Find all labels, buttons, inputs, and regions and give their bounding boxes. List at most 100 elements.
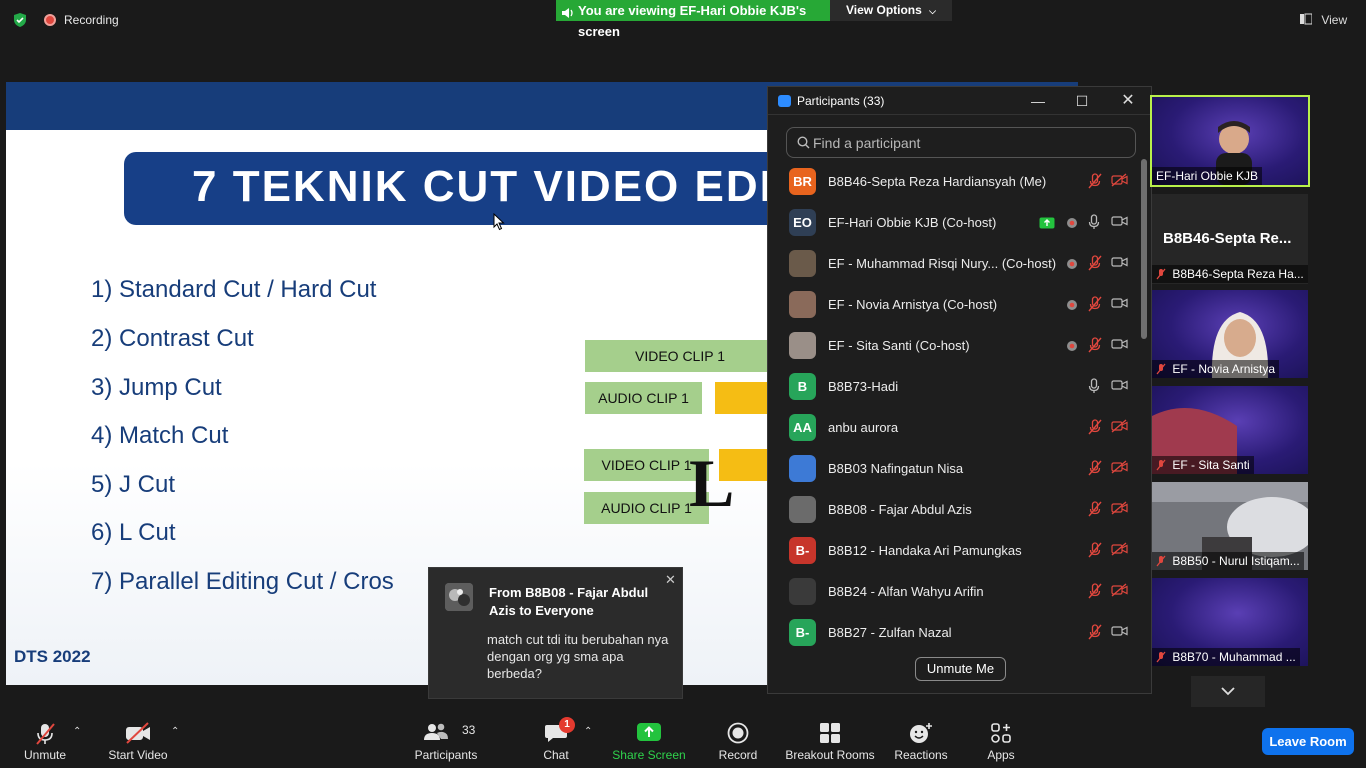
view-grid-icon bbox=[1300, 13, 1313, 25]
video-off-icon[interactable] bbox=[1111, 460, 1128, 476]
apps-button[interactable]: Apps bbox=[978, 710, 1024, 768]
chat-notification[interactable]: From B8B08 - Fajar Abdul Azis to Everyon… bbox=[428, 567, 683, 699]
scrollbar-thumb[interactable] bbox=[1141, 159, 1147, 339]
reactions-label: Reactions bbox=[894, 748, 948, 762]
mic-muted-icon[interactable] bbox=[1088, 173, 1104, 189]
chevron-up-icon[interactable]: ⌃ bbox=[73, 726, 81, 737]
start-video-label: Start Video bbox=[108, 748, 168, 762]
avatar bbox=[789, 455, 816, 482]
minimize-icon[interactable]: — bbox=[1016, 89, 1060, 113]
maximize-icon[interactable]: ☐ bbox=[1060, 89, 1104, 113]
view-button[interactable]: View bbox=[1300, 10, 1358, 30]
participant-row[interactable]: B8B24 - Alfan Wahyu Arifin bbox=[768, 571, 1140, 612]
video-tile-novia[interactable]: EF - Novia Arnistya bbox=[1152, 290, 1308, 378]
breakout-rooms-button[interactable]: Breakout Rooms bbox=[785, 710, 875, 768]
leave-room-button[interactable]: Leave Room bbox=[1262, 728, 1354, 755]
participants-label: Participants bbox=[414, 748, 478, 762]
video-off-icon[interactable] bbox=[1111, 501, 1128, 517]
mic-muted-icon[interactable] bbox=[1088, 296, 1104, 312]
mic-muted-icon[interactable] bbox=[1088, 583, 1104, 599]
participant-row[interactable]: B8B03 Nafingatun Nisa bbox=[768, 448, 1140, 489]
record-button[interactable]: Record bbox=[708, 710, 768, 768]
slide-item-2: 2) Contrast Cut bbox=[91, 325, 254, 352]
mic-muted-icon[interactable] bbox=[1088, 255, 1104, 271]
view-options-button[interactable]: View Options ⌵ bbox=[830, 0, 952, 21]
unmute-button[interactable]: Unmute bbox=[12, 710, 78, 768]
reactions-button[interactable]: Reactions bbox=[890, 710, 952, 768]
mic-muted-icon[interactable] bbox=[1088, 542, 1104, 558]
mic-muted-icon[interactable] bbox=[1088, 501, 1104, 517]
chevron-up-icon[interactable]: ⌃ bbox=[584, 726, 592, 737]
chat-button[interactable]: Chat bbox=[528, 710, 584, 768]
avatar: AA bbox=[789, 414, 816, 441]
chevron-up-icon[interactable]: ⌃ bbox=[171, 726, 179, 737]
participant-row[interactable]: EO EF-Hari Obbie KJB (Co-host) bbox=[768, 202, 1140, 243]
participant-name: EF - Novia Arnistya (Co-host) bbox=[828, 297, 998, 312]
avatar bbox=[789, 496, 816, 523]
mic-muted-icon bbox=[1156, 459, 1166, 471]
viewing-banner: You are viewing EF-Hari Obbie KJB's scre… bbox=[556, 0, 830, 39]
close-icon[interactable]: ✕ bbox=[665, 572, 676, 588]
participant-row[interactable]: B B8B73-Hadi bbox=[768, 366, 1140, 407]
participant-row[interactable]: B- B8B27 - Zulfan Nazal bbox=[768, 612, 1140, 653]
video-tile-muhammad[interactable]: B8B70 - Muhammad ... bbox=[1152, 578, 1308, 666]
tile-name: EF - Sita Santi bbox=[1172, 458, 1250, 472]
avatar: EO bbox=[789, 209, 816, 236]
mic-muted-icon[interactable] bbox=[1088, 337, 1104, 353]
avatar bbox=[445, 583, 473, 611]
video-icon[interactable] bbox=[1111, 624, 1128, 640]
video-icon[interactable] bbox=[1111, 296, 1128, 312]
start-video-button[interactable]: Start Video bbox=[102, 710, 174, 768]
tile-label: B8B70 - Muhammad ... bbox=[1152, 648, 1300, 666]
avatar: B- bbox=[789, 537, 816, 564]
participants-button[interactable]: Participants bbox=[410, 710, 482, 768]
participant-row[interactable]: B8B08 - Fajar Abdul Azis bbox=[768, 489, 1140, 530]
video-off-icon[interactable] bbox=[1111, 173, 1128, 189]
search-input[interactable] bbox=[813, 133, 1128, 153]
avatar: B- bbox=[789, 619, 816, 646]
video-icon[interactable] bbox=[1111, 255, 1128, 271]
participants-panel: Participants (33) — ☐ ✕ BR B8B46-Septa Re… bbox=[767, 86, 1152, 694]
close-icon[interactable]: ✕ bbox=[1106, 89, 1150, 113]
view-label: View bbox=[1321, 13, 1348, 27]
mic-muted-icon[interactable] bbox=[1088, 419, 1104, 435]
video-tile-nurul[interactable]: B8B50 - Nurul Istiqam... bbox=[1152, 482, 1308, 570]
recording-icon bbox=[44, 14, 56, 26]
video-off-icon[interactable] bbox=[1111, 583, 1128, 599]
scrollbar[interactable] bbox=[1141, 159, 1147, 689]
avatar: B bbox=[789, 373, 816, 400]
video-off-icon[interactable] bbox=[1111, 542, 1128, 558]
l-cut-letter: L bbox=[689, 445, 735, 521]
participant-row[interactable]: B- B8B12 - Handaka Ari Pamungkas bbox=[768, 530, 1140, 571]
participant-row[interactable]: EF - Sita Santi (Co-host) bbox=[768, 325, 1140, 366]
mic-icon[interactable] bbox=[1088, 214, 1104, 230]
recording-label[interactable]: Recording bbox=[64, 13, 119, 27]
slide-item-6: 6) L Cut bbox=[91, 519, 176, 546]
participant-row[interactable]: BR B8B46-Septa Reza Hardiansyah (Me) bbox=[768, 161, 1140, 202]
unmute-me-button[interactable]: Unmute Me bbox=[915, 657, 1006, 681]
self-tile-label: B8B46-Septa Reza Ha... bbox=[1152, 265, 1308, 283]
video-off-icon[interactable] bbox=[1111, 419, 1128, 435]
mic-muted-icon[interactable] bbox=[1088, 460, 1104, 476]
share-screen-button[interactable]: Share Screen bbox=[612, 710, 686, 768]
participant-search[interactable] bbox=[786, 127, 1136, 158]
video-icon[interactable] bbox=[1111, 337, 1128, 353]
participant-row[interactable]: EF - Novia Arnistya (Co-host) bbox=[768, 284, 1140, 325]
video-icon[interactable] bbox=[1111, 214, 1128, 230]
avatar bbox=[789, 291, 816, 318]
participant-row[interactable]: AA anbu aurora bbox=[768, 407, 1140, 448]
participant-row[interactable]: EF - Muhammad Risqi Nury... (Co-host) bbox=[768, 243, 1140, 284]
video-tile-host[interactable]: EF-Hari Obbie KJB bbox=[1150, 95, 1310, 187]
chevron-down-icon: ⌵ bbox=[929, 6, 936, 16]
mic-icon[interactable] bbox=[1088, 378, 1104, 394]
video-icon[interactable] bbox=[1111, 378, 1128, 394]
gallery-scroll-down-button[interactable] bbox=[1191, 676, 1265, 707]
tile-label: EF - Sita Santi bbox=[1152, 456, 1254, 474]
participants-icon bbox=[423, 722, 449, 745]
search-icon bbox=[797, 136, 810, 154]
chat-label: Chat bbox=[543, 748, 569, 762]
video-tile-sita[interactable]: EF - Sita Santi bbox=[1152, 386, 1308, 474]
mic-muted-icon[interactable] bbox=[1088, 624, 1104, 640]
recording-permission-icon bbox=[1066, 216, 1082, 232]
shield-icon[interactable] bbox=[12, 12, 28, 28]
